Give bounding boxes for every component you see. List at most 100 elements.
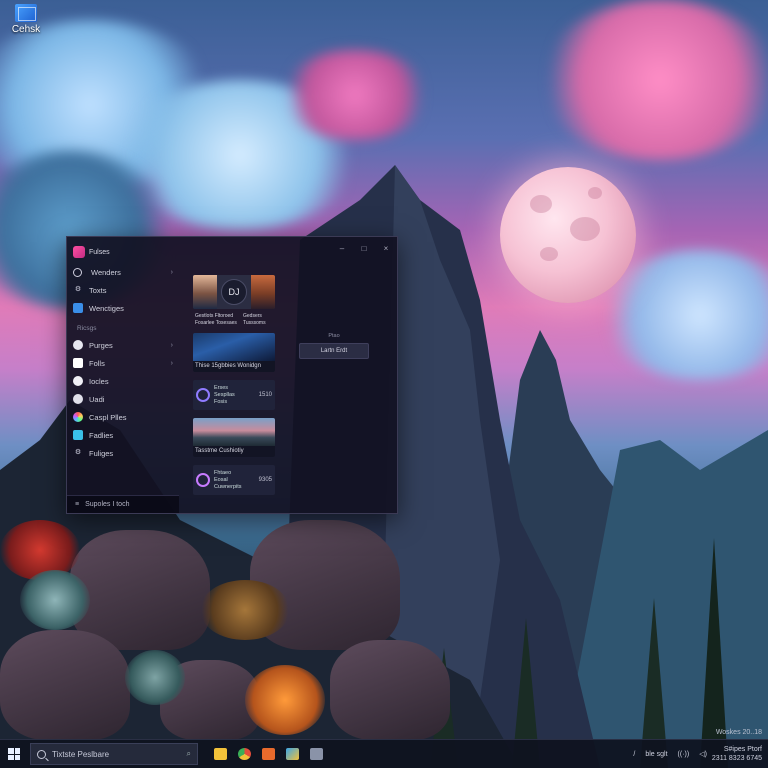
window-controls: – □ × (331, 237, 397, 261)
thumbnail-image (193, 333, 275, 361)
app-window: – □ × Fulses Wenders › ⚙ Toxts Wenctiges… (66, 236, 398, 514)
monitor-icon (15, 4, 37, 22)
user-icon (73, 394, 83, 404)
sidebar-item-label: Purges (89, 340, 113, 350)
chevron-right-icon: › (170, 268, 173, 276)
clock-line-1: S#ipes Ptorf (723, 746, 762, 753)
people-captions: Gestlots Fltoroed Fosarlee Tosesaes Geds… (193, 311, 275, 329)
volume-icon[interactable]: ◁) (699, 750, 707, 758)
media-subtitle: Sespllas (214, 391, 235, 398)
content-column: DJ Gestlots Fltoroed Fosarlee Tosesaes G… (193, 275, 275, 503)
media-subtitle-2: Cuwnerpits (214, 483, 242, 490)
store-button[interactable] (280, 740, 304, 768)
grid-icon (73, 303, 83, 313)
search-placeholder: Tixtste Peslbare (52, 749, 110, 759)
rock (330, 640, 450, 740)
media-item[interactable]: Fhtaeo Eosal Cuwnerpits 9305 (193, 465, 275, 495)
maximize-button[interactable]: □ (353, 237, 375, 261)
thumbnail-caption: Thise 15gbbies Wonidgn (193, 361, 275, 372)
minimize-button[interactable]: – (331, 237, 353, 261)
sidebar-item-label: Toxts (89, 285, 107, 295)
system-tray: / ble sglt ((·)) ◁) S#ipes Ptorf 2311 83… (628, 740, 768, 768)
sidebar-item-purges[interactable]: Purges › (67, 336, 179, 354)
file-explorer-icon (213, 748, 227, 760)
office-button[interactable] (256, 740, 280, 768)
search-icon (37, 749, 46, 759)
file-icon (73, 358, 83, 368)
agave-plant (20, 570, 90, 630)
chevron-right-icon: › (170, 341, 173, 349)
avatar (251, 275, 275, 309)
people-card[interactable]: DJ (193, 275, 275, 309)
wifi-icon[interactable]: ((·)) (678, 751, 690, 758)
action-button[interactable]: Lartn Erdt (299, 343, 369, 359)
sidebar-item-wenctiges[interactable]: Wenctiges (67, 299, 179, 317)
chrome-button[interactable] (232, 740, 256, 768)
store-icon (285, 748, 299, 760)
media-subtitle: Eosal (214, 476, 228, 483)
chevron-up-icon[interactable]: / (633, 751, 635, 758)
circle-icon (73, 376, 83, 386)
section-label: Ricsgs (77, 325, 97, 332)
sidebar-item-folls[interactable]: Folls › (67, 354, 179, 372)
sidebar-item-label: Folls (89, 358, 105, 368)
sidebar-item-label: Wenctiges (89, 303, 124, 313)
app-icon (309, 748, 323, 760)
office-icon (261, 748, 275, 760)
app-button[interactable] (304, 740, 328, 768)
sidebar-item-label: Iocles (89, 376, 109, 386)
sidebar-item-fuliges[interactable]: ⚙ Fuliges (67, 444, 179, 462)
dj-badge: DJ (221, 279, 247, 305)
media-item[interactable]: Erses Sespllas Fosis 1510 (193, 380, 275, 410)
orange-bush (245, 665, 325, 735)
menu-icon: ≡ (75, 501, 80, 508)
sidebar-item-toxts[interactable]: ⚙ Toxts (67, 281, 179, 299)
sidebar-footer[interactable]: ≡ Supoles I toch (67, 495, 179, 513)
avatar (193, 275, 217, 309)
sidebar-item-iocles[interactable]: Iocles (67, 372, 179, 390)
red-bush (0, 520, 80, 580)
right-panel-label: Ptao (328, 333, 340, 339)
app-header: Fulses (67, 237, 179, 263)
right-panel: Ptao Lartn Erdt (299, 333, 369, 359)
file-explorer-button[interactable] (208, 740, 232, 768)
rock (0, 630, 130, 740)
agave-plant (125, 650, 185, 705)
media-text: Erses Sespllas Fosis (214, 385, 259, 406)
thumbnail-card[interactable]: Thise 15gbbies Wonidgn (193, 333, 275, 372)
ring-icon (196, 473, 210, 487)
sidebar-item-caspl-plles[interactable]: Caspl Plles (67, 408, 179, 426)
media-title: Erses (214, 384, 229, 391)
ring-icon (196, 388, 210, 402)
sidebar-item-uadi[interactable]: Uadi (67, 390, 179, 408)
app-logo-icon (73, 246, 85, 258)
media-time: 9305 (258, 477, 272, 483)
landscape-caption: Tasstme Cushiotiy (193, 446, 275, 457)
windows-logo-icon (8, 748, 20, 760)
tray-text[interactable]: ble sglt (645, 751, 667, 758)
close-button[interactable]: × (375, 237, 397, 261)
taskbar-search[interactable]: Tixtste Peslbare ⌕ (30, 743, 198, 765)
media-text: Fhtaeo Eosal Cuwnerpits (214, 470, 259, 491)
sidebar-item-fadlies[interactable]: Fadlies (67, 426, 179, 444)
people-caption-left: Gestlots Fltoroed Fosarlee Tosesaes (195, 313, 237, 326)
media-time: 1510 (258, 392, 272, 398)
sidebar-item-wenders[interactable]: Wenders › (67, 263, 179, 281)
people-caption-right: Gedsers Tusssoms (243, 313, 266, 326)
sidebar-item-label: Wenders (91, 267, 121, 277)
watermark-text: Woskes 20..18 (715, 729, 762, 736)
landscape-card[interactable]: Tasstme Cushiotiy (193, 418, 275, 457)
mic-icon: ⌕ (186, 749, 191, 758)
clock[interactable]: S#ipes Ptorf 2311 8323 6745 (712, 745, 762, 763)
gear-icon: ⚙ (74, 449, 82, 456)
settings-icon: ⚙ (74, 286, 82, 293)
start-button[interactable] (0, 740, 28, 768)
sidebar-item-label: Fadlies (89, 430, 114, 440)
clock-line-2: 2311 8323 6745 (711, 755, 762, 762)
chrome-icon (237, 748, 251, 760)
media-title: Fhtaeo (214, 469, 232, 476)
landscape-thumbnail (193, 418, 275, 446)
app-name: Fulses (89, 248, 110, 256)
desktop-icon[interactable]: Cehsk (4, 4, 48, 35)
taskbar: Tixtste Peslbare ⌕ / ble sglt ((·)) ◁) S… (0, 739, 768, 768)
